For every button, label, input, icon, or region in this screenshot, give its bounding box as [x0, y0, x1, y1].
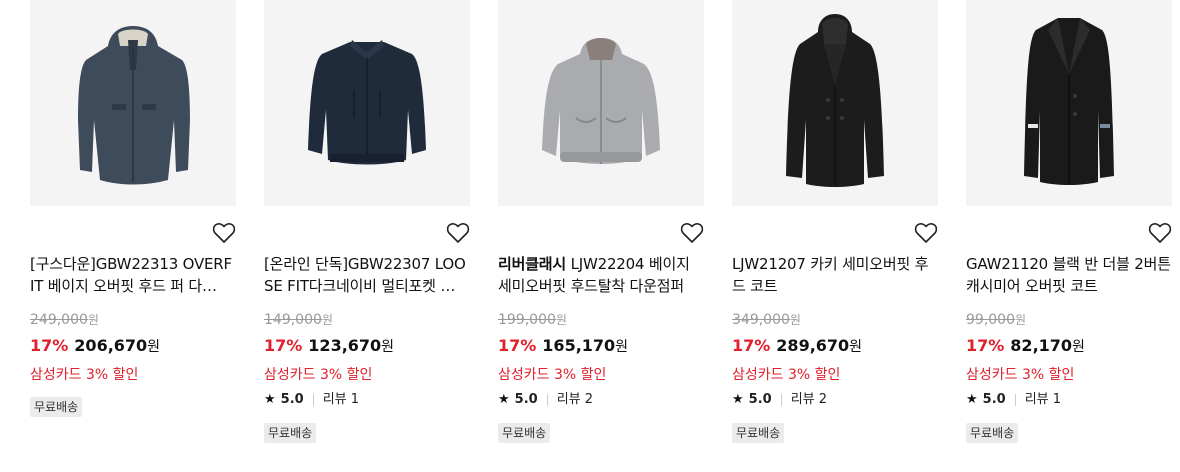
product-image[interactable] — [30, 0, 236, 206]
star-icon: ★ — [264, 392, 276, 407]
original-price: 199,000원 — [498, 310, 567, 330]
product-card[interactable]: 리버클래시 LJW22204 베이지 세미오버핏 후드탈착 다운점퍼 199,0… — [498, 0, 704, 443]
rating-score: 5.0 — [748, 392, 772, 407]
original-price: 249,000원 — [30, 310, 99, 330]
free-shipping-badge: 무료배송 — [966, 423, 1019, 443]
sale-price: 82,170 — [1010, 336, 1073, 355]
original-price-unit: 원 — [87, 313, 99, 327]
product-image[interactable] — [966, 0, 1172, 206]
original-price-value: 249,000 — [30, 312, 88, 328]
product-title[interactable]: [온라인 단독]GBW22307 LOOSE FIT다크네이비 멀티포켓 … — [264, 253, 470, 297]
review-count[interactable]: 리뷰 1 — [323, 390, 359, 410]
product-title[interactable]: 리버클래시 LJW22204 베이지 세미오버핏 후드탈착 다운점퍼 — [498, 253, 704, 297]
discount-rate: 17% — [264, 336, 303, 355]
discount-rate: 17% — [732, 336, 771, 355]
product-card[interactable]: [구스다운]GBW22313 OVERFIT 베이지 오버핏 후드 퍼 다… 2… — [30, 0, 236, 417]
card-promo: 삼성카드 3% 할인 — [498, 367, 607, 383]
original-price-value: 149,000 — [264, 312, 322, 328]
review-count[interactable]: 리뷰 1 — [1025, 390, 1061, 410]
sale-price: 123,670 — [308, 336, 382, 355]
navy-hooded-parka-icon — [78, 26, 190, 185]
product-image[interactable] — [732, 0, 938, 206]
divider — [546, 394, 548, 406]
wishlist-heart-icon[interactable] — [1148, 222, 1174, 246]
price-row: 17% 82,170원 — [966, 334, 1085, 359]
product-card[interactable]: LJW21207 카키 세미오버핏 후드 코트 349,000원 17% 289,… — [732, 0, 938, 443]
black-hooded-coat-icon — [786, 14, 884, 187]
product-title[interactable]: GAW21120 블랙 반 더블 2버튼 캐시미어 오버핏 코트 — [966, 253, 1172, 297]
rating-row: ★ 5.0 리뷰 2 — [498, 390, 593, 410]
sale-price: 206,670 — [74, 336, 148, 355]
sale-price: 165,170 — [542, 336, 616, 355]
star-icon: ★ — [732, 392, 744, 407]
wishlist-heart-icon[interactable] — [446, 222, 472, 246]
sale-price-unit: 원 — [1072, 339, 1085, 355]
original-price: 99,000원 — [966, 310, 1026, 330]
original-price-unit: 원 — [789, 313, 801, 327]
product-image[interactable] — [498, 0, 704, 206]
original-price-value: 349,000 — [732, 312, 790, 328]
price-row: 17% 165,170원 — [498, 334, 628, 359]
product-grid: [구스다운]GBW22313 OVERFIT 베이지 오버핏 후드 퍼 다… 2… — [0, 0, 1180, 472]
original-price-unit: 원 — [1015, 313, 1027, 327]
gray-hooded-down-jacket-icon — [542, 38, 660, 164]
original-price-unit: 원 — [321, 313, 333, 327]
card-promo: 삼성카드 3% 할인 — [264, 367, 373, 383]
navy-blouson-jacket-icon — [308, 40, 426, 165]
rating-row: ★ 5.0 리뷰 2 — [732, 390, 827, 410]
rating-row: ★ 5.0 리뷰 1 — [966, 390, 1061, 410]
sale-price-unit: 원 — [615, 339, 629, 355]
product-name: [온라인 단독]GBW22307 LOOSE FIT다크네이비 멀티포켓 … — [264, 255, 466, 295]
product-name: LJW21207 카키 세미오버핏 후드 코트 — [732, 255, 929, 295]
original-price: 149,000원 — [264, 310, 333, 330]
free-shipping-badge: 무료배송 — [264, 423, 317, 443]
rating-score: 5.0 — [514, 392, 538, 407]
discount-rate: 17% — [498, 336, 537, 355]
free-shipping-badge: 무료배송 — [498, 423, 551, 443]
price-row: 17% 123,670원 — [264, 334, 394, 359]
star-icon: ★ — [966, 392, 978, 407]
discount-rate: 17% — [30, 336, 69, 355]
original-price-unit: 원 — [555, 313, 567, 327]
product-image[interactable] — [264, 0, 470, 206]
card-promo: 삼성카드 3% 할인 — [30, 367, 139, 383]
free-shipping-badge: 무료배송 — [30, 397, 83, 417]
product-title[interactable]: LJW21207 카키 세미오버핏 후드 코트 — [732, 253, 938, 297]
review-count[interactable]: 리뷰 2 — [557, 390, 593, 410]
wishlist-heart-icon[interactable] — [914, 222, 940, 246]
star-icon: ★ — [498, 392, 510, 407]
review-count[interactable]: 리뷰 2 — [791, 390, 827, 410]
wishlist-heart-icon[interactable] — [680, 222, 706, 246]
free-shipping-badge: 무료배송 — [732, 423, 785, 443]
rating-score: 5.0 — [280, 392, 304, 407]
black-overcoat-icon — [1024, 18, 1114, 185]
wishlist-heart-icon[interactable] — [212, 222, 238, 246]
price-row: 17% 206,670원 — [30, 334, 160, 359]
product-brand: 리버클래시 — [498, 255, 567, 273]
product-name: GAW21120 블랙 반 더블 2버튼 캐시미어 오버핏 코트 — [966, 255, 1171, 295]
divider — [780, 394, 782, 406]
divider — [1014, 394, 1016, 406]
product-title[interactable]: [구스다운]GBW22313 OVERFIT 베이지 오버핏 후드 퍼 다… — [30, 253, 236, 297]
original-price-value: 99,000 — [966, 312, 1015, 328]
price-row: 17% 289,670원 — [732, 334, 862, 359]
product-card[interactable]: [온라인 단독]GBW22307 LOOSE FIT다크네이비 멀티포켓 … 1… — [264, 0, 470, 443]
rating-score: 5.0 — [982, 392, 1006, 407]
product-name: [구스다운]GBW22313 OVERFIT 베이지 오버핏 후드 퍼 다… — [30, 255, 232, 295]
card-promo: 삼성카드 3% 할인 — [966, 367, 1075, 383]
original-price-value: 199,000 — [498, 312, 556, 328]
rating-row: ★ 5.0 리뷰 1 — [264, 390, 359, 410]
product-card[interactable]: GAW21120 블랙 반 더블 2버튼 캐시미어 오버핏 코트 99,000원… — [966, 0, 1172, 443]
card-promo: 삼성카드 3% 할인 — [732, 367, 841, 383]
sale-price: 289,670 — [776, 336, 850, 355]
divider — [312, 394, 314, 406]
sale-price-unit: 원 — [381, 339, 395, 355]
sale-price-unit: 원 — [849, 339, 863, 355]
sale-price-unit: 원 — [147, 339, 161, 355]
original-price: 349,000원 — [732, 310, 801, 330]
discount-rate: 17% — [966, 336, 1005, 355]
